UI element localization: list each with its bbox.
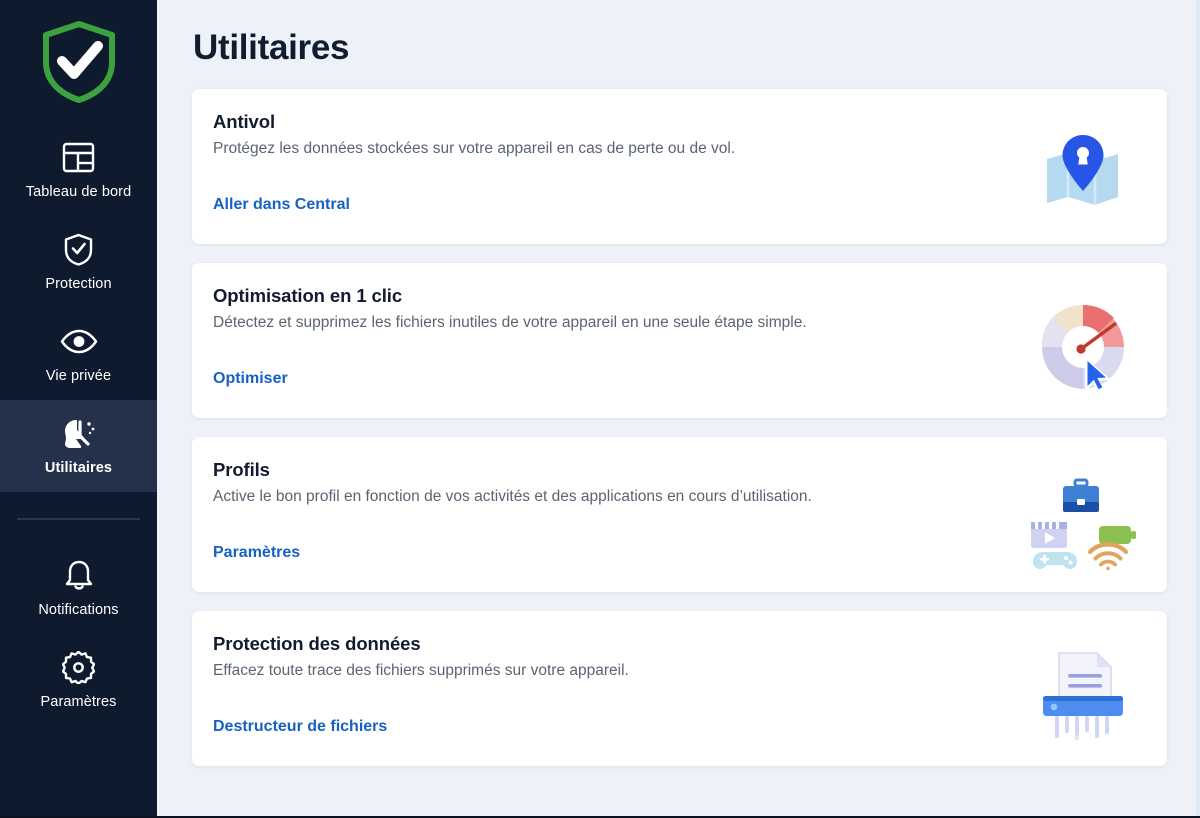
- sidebar-item-utilitaires[interactable]: Utilitaires: [0, 400, 157, 492]
- card-body: Protection des données Effacez toute tra…: [213, 632, 1023, 766]
- card-antivol[interactable]: Antivol Protégez les données stockées su…: [192, 89, 1167, 244]
- card-description: Effacez toute trace des fichiers supprim…: [213, 662, 629, 680]
- battery-icon: [1099, 526, 1136, 544]
- shield-check-icon: [64, 233, 93, 267]
- sidebar-nav-bottom: Notifications Paramètres: [0, 542, 157, 726]
- film-clapper-icon: [1031, 522, 1067, 548]
- profiles-icons: [1023, 472, 1143, 570]
- card-link-parametres[interactable]: Paramètres: [213, 544, 300, 562]
- sidebar-item-label: Vie privée: [45, 367, 112, 384]
- card-protection-des-donnees[interactable]: Protection des données Effacez toute tra…: [192, 611, 1167, 766]
- card-description: Protégez les données stockées sur votre …: [213, 140, 736, 158]
- sidebar-item-protection[interactable]: Protection: [0, 216, 157, 308]
- sidebar-item-label: Tableau de bord: [25, 183, 132, 200]
- shredder-icon: [1023, 647, 1143, 743]
- sidebar-item-vie-privee[interactable]: Vie privée: [0, 308, 157, 400]
- main-content: Utilitaires Antivol Protégez les données…: [157, 0, 1200, 818]
- tools-broom-icon: [60, 417, 98, 451]
- card-title: Profils: [213, 459, 270, 480]
- gamepad-icon: [1033, 552, 1077, 569]
- sidebar-nav: Tableau de bord Protection Vie privée Ut…: [0, 124, 157, 492]
- card-body: Antivol Protégez les données stockées su…: [213, 110, 1023, 244]
- card-profils[interactable]: Profils Active le bon profil en fonction…: [192, 437, 1167, 592]
- card-title: Protection des données: [213, 633, 421, 654]
- shield-check-logo-icon: [39, 19, 119, 104]
- briefcase-icon: [1063, 478, 1099, 512]
- card-title: Optimisation en 1 clic: [213, 285, 403, 306]
- eye-icon: [60, 325, 98, 359]
- card-description: Détectez et supprimez les fichiers inuti…: [213, 314, 807, 332]
- sidebar-item-tableau-de-bord[interactable]: Tableau de bord: [0, 124, 157, 216]
- gear-icon: [62, 651, 95, 685]
- card-title: Antivol: [213, 111, 275, 132]
- sidebar-item-label: Notifications: [38, 601, 119, 618]
- sidebar: Tableau de bord Protection Vie privée Ut…: [0, 0, 157, 818]
- sidebar-divider: [17, 518, 140, 520]
- bell-icon: [63, 559, 95, 593]
- dashboard-icon: [62, 141, 95, 175]
- card-description: Active le bon profil en fonction de vos …: [213, 488, 812, 506]
- page-title: Utilitaires: [193, 28, 350, 67]
- sidebar-item-parametres[interactable]: Paramètres: [0, 634, 157, 726]
- card-body: Optimisation en 1 clic Détectez et suppr…: [213, 284, 1023, 418]
- utilities-card-list: Antivol Protégez les données stockées su…: [192, 89, 1167, 766]
- card-body: Profils Active le bon profil en fonction…: [213, 458, 1023, 592]
- card-optimisation-en-1-clic[interactable]: Optimisation en 1 clic Détectez et suppr…: [192, 263, 1167, 418]
- sidebar-item-label: Protection: [45, 275, 112, 292]
- card-link-optimiser[interactable]: Optimiser: [213, 370, 288, 388]
- scroll-gutter[interactable]: [1196, 0, 1200, 818]
- sidebar-item-notifications[interactable]: Notifications: [0, 542, 157, 634]
- wifi-icon: [1087, 542, 1129, 570]
- card-link-aller-dans-central[interactable]: Aller dans Central: [213, 196, 350, 214]
- gauge-cursor-icon: [1023, 302, 1143, 392]
- card-link-destructeur-de-fichiers[interactable]: Destructeur de fichiers: [213, 718, 387, 736]
- sidebar-item-label: Utilitaires: [44, 459, 113, 476]
- sidebar-item-label: Paramètres: [40, 693, 117, 710]
- map-pin-lock-icon: [1023, 129, 1143, 217]
